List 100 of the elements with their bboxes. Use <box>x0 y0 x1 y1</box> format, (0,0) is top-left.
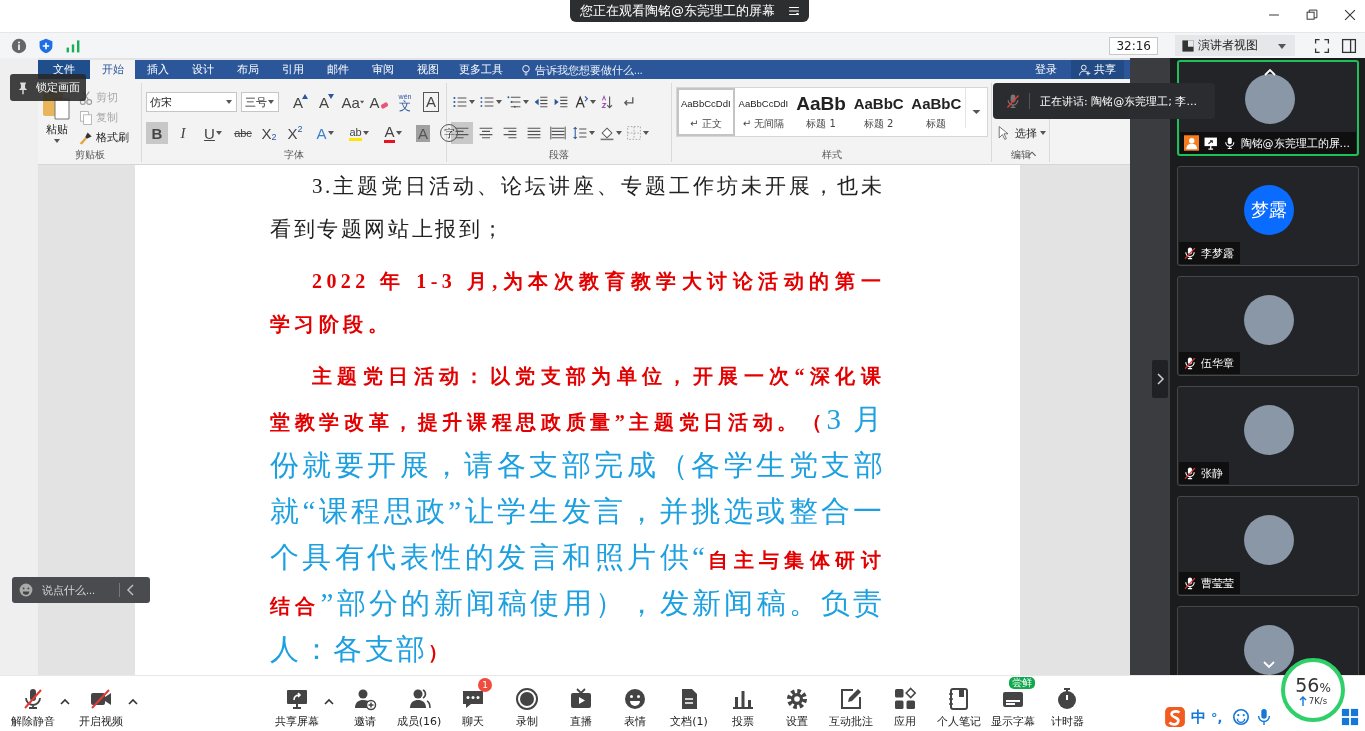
toolbar-button[interactable]: 尝鲜 显示字幕 <box>987 678 1039 729</box>
smiley-icon[interactable] <box>1232 708 1250 726</box>
panel-collapse-handle[interactable] <box>1152 360 1168 398</box>
numbered-list-icon[interactable] <box>479 94 495 110</box>
input-method-logo-icon[interactable] <box>1164 706 1186 728</box>
line-spacing-icon[interactable] <box>572 125 588 141</box>
grid-icon[interactable] <box>1341 708 1359 726</box>
new-feature-tag: 尝鲜 <box>1009 677 1035 689</box>
participant-name: 李梦露 <box>1201 245 1234 261</box>
toolbar-button[interactable]: 成员(16) <box>393 678 445 729</box>
shading-icon[interactable] <box>599 125 615 141</box>
signal-icon[interactable] <box>65 37 81 54</box>
font-size-field[interactable]: 三号 <box>241 92 280 112</box>
participant-tile[interactable]: 梦露 李梦露 <box>1177 166 1359 266</box>
toolbar-button[interactable]: 互动批注 <box>825 678 877 729</box>
sidebar-icon[interactable] <box>1341 37 1357 54</box>
triangle-up-icon <box>301 94 308 99</box>
toolbar-button[interactable]: 1 聊天 <box>447 678 499 729</box>
restore-icon[interactable] <box>1305 8 1319 22</box>
participant-tile[interactable]: 伍华章 <box>1177 276 1359 376</box>
menu-icon[interactable] <box>787 4 801 18</box>
toolbar-button[interactable]: 计时器 <box>1041 678 1093 729</box>
microphone-icon[interactable] <box>1255 708 1273 726</box>
text-direction-icon[interactable] <box>573 94 589 110</box>
font-clear-button[interactable]: A <box>368 91 390 113</box>
font-bold-button[interactable]: B <box>146 122 168 144</box>
font-strike-button[interactable]: abc <box>232 122 254 144</box>
style-option[interactable]: AaBbCcDdI ↵ 正文 <box>677 88 735 136</box>
font-color-button[interactable]: A <box>378 122 408 144</box>
view-mode-dropdown[interactable]: 演讲者视图 <box>1175 35 1295 56</box>
emoji-icon[interactable] <box>18 582 34 598</box>
toolbar-button[interactable]: 文档(1) <box>663 678 715 729</box>
caret-icon <box>362 130 369 136</box>
toolbar-button[interactable]: 开启视频 <box>75 678 127 729</box>
chat-input-bar[interactable]: 说点什么... <box>12 577 150 603</box>
participant-name: 曹莹莹 <box>1201 575 1234 591</box>
multilevel-list-icon[interactable] <box>506 94 522 110</box>
toolbar-button[interactable]: 投票 <box>717 678 769 729</box>
style-option[interactable]: AaBb 标题 1 <box>792 88 850 136</box>
ribbon-tab[interactable]: 开始 <box>90 60 135 79</box>
ribbon-tab[interactable]: 视图 <box>405 60 450 79</box>
font-shrink-button[interactable]: A <box>315 91 338 113</box>
font-case-button[interactable]: Aa <box>341 91 364 113</box>
ribbon-tab[interactable]: 引用 <box>270 60 315 79</box>
caret-icon <box>359 99 364 105</box>
share-button[interactable]: 共享 <box>1071 60 1124 79</box>
notification-badge: 1 <box>478 678 492 692</box>
toolbar-button[interactable]: 解除静音 <box>7 678 59 729</box>
toolbar-button[interactable]: 录制 <box>501 678 553 729</box>
fullscreen-icon[interactable] <box>1314 37 1330 54</box>
font-italic-button[interactable]: I <box>172 122 194 144</box>
caret-icon <box>267 99 276 105</box>
toolbar-button[interactable]: 应用 <box>879 678 931 729</box>
tell-me-field[interactable]: 告诉我您想要做什么... <box>535 63 705 76</box>
sign-in-link[interactable]: 登录 <box>1021 60 1071 79</box>
caret-icon <box>643 130 649 136</box>
clipboard-painter-button[interactable]: 格式刷 <box>78 129 129 146</box>
ribbon-tab[interactable]: 插入 <box>135 60 180 79</box>
font-name-field[interactable]: 仿宋 <box>146 92 238 112</box>
toolbar-button[interactable]: 设置 <box>771 678 823 729</box>
font-highlight-button[interactable]: ab <box>344 122 374 144</box>
style-option[interactable]: AaBbC 标题 2 <box>849 88 908 136</box>
close-icon[interactable] <box>1343 8 1357 22</box>
layout-icon <box>1181 38 1195 53</box>
toolbar-button[interactable]: 直播 <box>555 678 607 729</box>
participant-tile[interactable]: 张静 <box>1177 386 1359 486</box>
participant-tile[interactable]: 曹莹莹 <box>1177 496 1359 596</box>
info-icon[interactable] <box>11 37 27 54</box>
decrease-indent-icon[interactable] <box>533 94 549 110</box>
font-border-button[interactable]: A <box>420 91 442 113</box>
bullet-list-icon[interactable] <box>452 94 468 110</box>
select-button[interactable]: 选择 <box>996 123 1046 143</box>
justify-icon <box>526 125 542 141</box>
font-effect-button[interactable]: A <box>310 122 340 144</box>
ribbon-tab[interactable]: 审阅 <box>360 60 405 79</box>
font-grow-button[interactable]: A <box>289 91 312 113</box>
ribbon-tab[interactable]: 邮件 <box>315 60 360 79</box>
collapse-icon[interactable] <box>126 583 136 597</box>
caret-icon <box>215 130 222 136</box>
pin-icon[interactable] <box>16 80 30 95</box>
increase-indent-icon[interactable] <box>553 94 569 110</box>
font-underline-button[interactable]: U <box>198 122 228 144</box>
toolbar-button[interactable]: 共享屏幕 <box>271 678 323 729</box>
shield-icon[interactable] <box>38 37 54 54</box>
muted-mic-icon <box>1005 93 1030 109</box>
toolbar-button[interactable]: 表情 <box>609 678 661 729</box>
ribbon-tab[interactable]: 布局 <box>225 60 270 79</box>
scroll-down-icon[interactable] <box>1261 659 1277 671</box>
chat-input-field[interactable]: 说点什么... <box>40 583 120 597</box>
toolbar-button[interactable]: 邀请 <box>339 678 391 729</box>
style-option[interactable]: AaBbC 标题 <box>907 88 966 136</box>
style-option[interactable]: AaBbCcDdI ↵ 无间隔 <box>734 88 793 136</box>
punctuation-toggle[interactable]: °, <box>1211 709 1227 725</box>
ribbon-tab[interactable]: 设计 <box>180 60 225 79</box>
caret-icon <box>469 99 475 105</box>
toolbar-button[interactable]: 个人笔记 <box>933 678 985 729</box>
scroll-up-icon[interactable] <box>1262 66 1278 78</box>
ribbon-tab[interactable]: 更多工具 <box>450 60 512 79</box>
input-mode-toggle[interactable]: 中 <box>1191 707 1206 727</box>
distributed-icon <box>550 125 566 141</box>
